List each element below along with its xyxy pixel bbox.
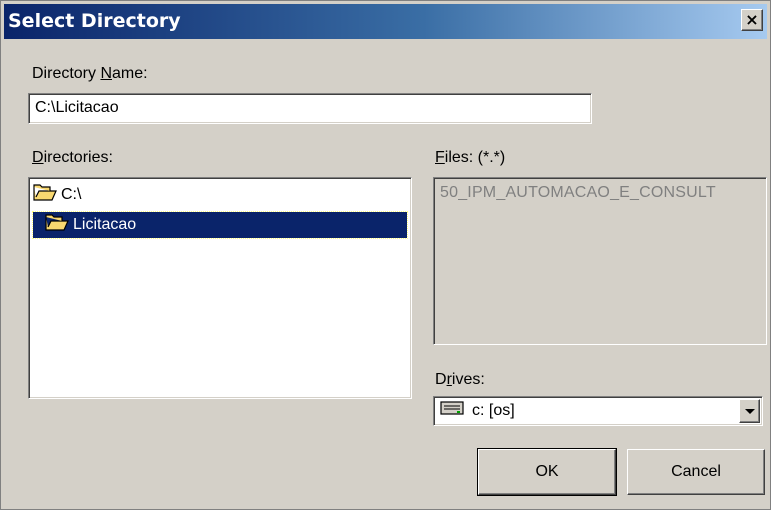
drives-select[interactable]: c: [os]: [433, 396, 763, 426]
open-folder-icon: [33, 183, 57, 207]
files-label: Files: (*.*): [435, 149, 505, 167]
directory-name-value: C:\Licitacao: [35, 99, 119, 116]
directory-name-label-mnemonic: N: [100, 65, 113, 82]
drives-label-start: D: [435, 371, 447, 388]
title-bar[interactable]: Select Directory ×: [4, 4, 767, 39]
close-button[interactable]: ×: [741, 9, 763, 31]
cancel-button[interactable]: Cancel: [627, 449, 765, 495]
directories-list[interactable]: C:\ Licitacao: [28, 177, 412, 399]
directory-name-label-end: ame:: [112, 65, 148, 82]
directory-item-root[interactable]: C:\: [33, 182, 407, 208]
files-list: 50_IPM_AUTOMACAO_E_CONSULT: [433, 177, 767, 345]
files-label-mnemonic: F: [435, 149, 445, 166]
directories-label-end: irectories:: [43, 149, 113, 166]
ok-button[interactable]: OK: [477, 448, 617, 496]
drive-selected-label: c: [os]: [472, 401, 515, 419]
drive-selected-value: c: [os]: [440, 401, 515, 420]
files-label-end: iles: (*.*): [444, 149, 506, 166]
directory-item-licitacao[interactable]: Licitacao: [32, 211, 408, 239]
directory-name-label-start: Directory: [32, 65, 101, 82]
dialog-title: Select Directory: [8, 10, 181, 32]
drives-label: Drives:: [435, 371, 485, 389]
directories-label: Directories:: [32, 149, 113, 167]
directories-label-mnemonic: D: [32, 149, 44, 166]
open-folder-icon: [45, 213, 69, 237]
hard-drive-icon: [440, 401, 464, 420]
directory-item-label: C:\: [61, 186, 82, 203]
close-icon: ×: [745, 10, 759, 29]
select-directory-dialog: Select Directory × Directory Name: C:\Li…: [0, 0, 771, 510]
directory-name-label: Directory Name:: [32, 65, 148, 83]
directory-item-label: Licitacao: [73, 216, 137, 233]
directory-name-input[interactable]: C:\Licitacao: [28, 93, 592, 124]
drives-dropdown-button[interactable]: [739, 399, 760, 423]
drives-label-end: ives:: [451, 371, 485, 388]
file-item: 50_IPM_AUTOMACAO_E_CONSULT: [440, 184, 716, 201]
